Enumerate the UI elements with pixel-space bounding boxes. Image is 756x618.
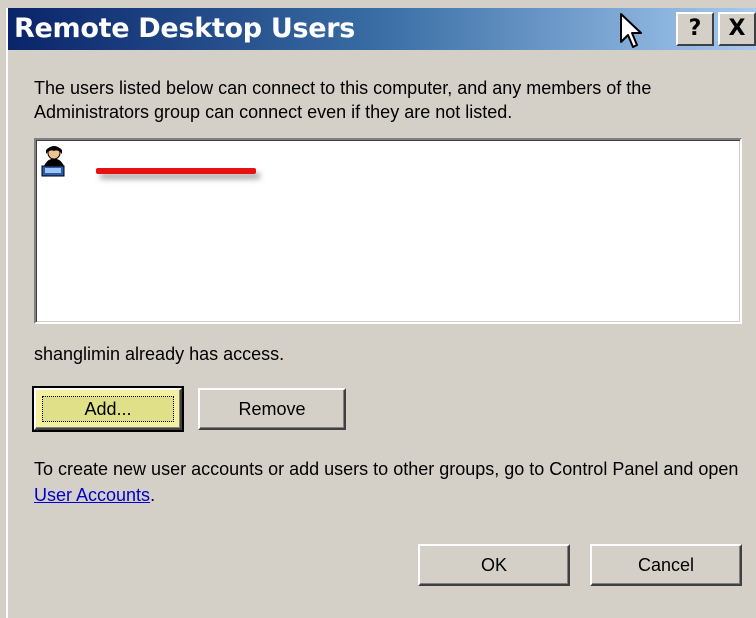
title-bar[interactable]: Remote Desktop Users ? X xyxy=(8,8,756,50)
window-edge xyxy=(0,0,8,618)
footer-body: To create new user accounts or add users… xyxy=(34,459,739,479)
remove-button[interactable]: Remove xyxy=(198,388,346,430)
cancel-button[interactable]: Cancel xyxy=(590,544,742,586)
footer-text: To create new user accounts or add users… xyxy=(34,456,746,508)
user-accounts-link[interactable]: User Accounts xyxy=(34,485,150,505)
cursor-icon xyxy=(620,13,642,48)
ok-button[interactable]: OK xyxy=(418,544,570,586)
users-listbox[interactable] xyxy=(34,138,742,324)
user-icon xyxy=(41,146,65,177)
access-status-text: shanglimin already has access. xyxy=(34,344,285,364)
remote-desktop-users-dialog: Remote Desktop Users ? X The users liste… xyxy=(0,0,756,618)
redacted-username xyxy=(96,168,256,174)
help-button[interactable]: ? xyxy=(676,12,714,46)
close-button[interactable]: X xyxy=(718,12,756,46)
window-title: Remote Desktop Users xyxy=(14,13,356,44)
add-button[interactable]: Add... xyxy=(32,386,184,432)
list-item[interactable] xyxy=(40,144,340,180)
description-text: The users listed below can connect to th… xyxy=(34,78,652,122)
footer-end: . xyxy=(150,485,156,505)
add-button-label: Add... xyxy=(42,396,174,422)
